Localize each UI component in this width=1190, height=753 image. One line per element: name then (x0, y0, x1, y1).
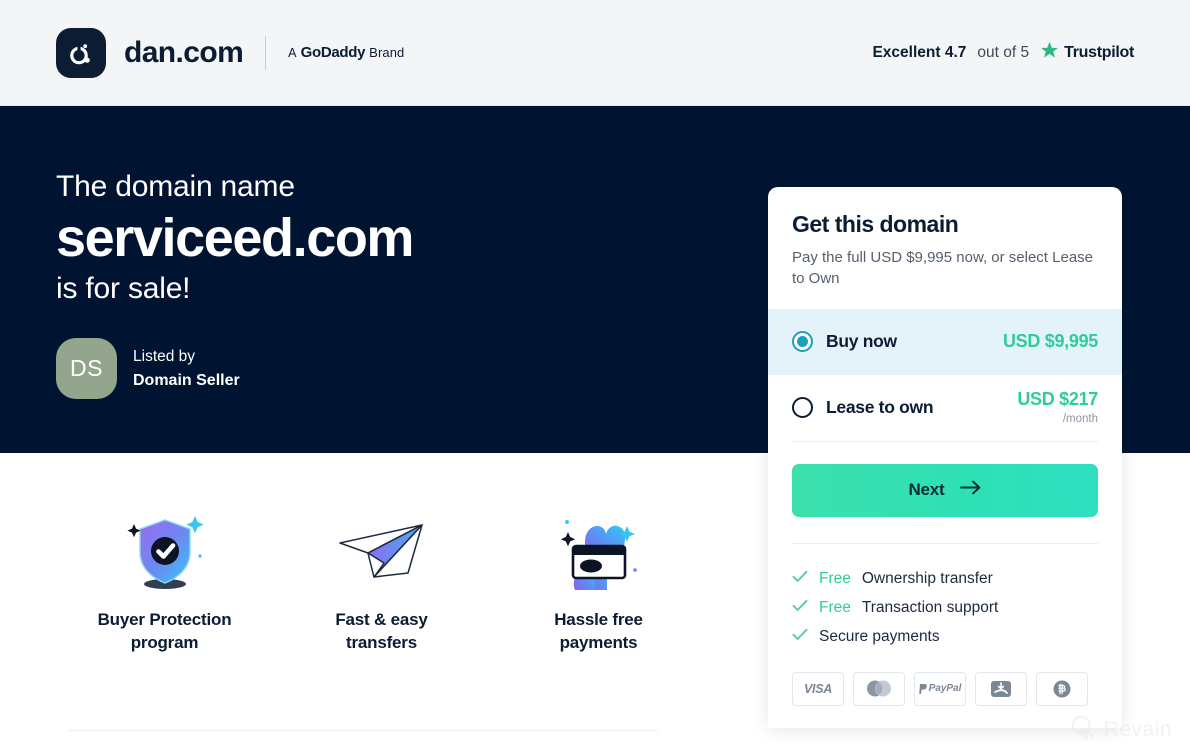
trustpilot-rating[interactable]: Excellent 4.7 out of 5 Trustpilot (872, 41, 1134, 65)
benefit-text: Transaction support (861, 599, 999, 617)
godaddy-name: GoDaddy (300, 44, 366, 61)
option-price: USD $9,995 (1002, 330, 1098, 351)
seller-name: Domain Seller (133, 371, 240, 389)
visa-icon: VISA (792, 671, 844, 706)
feature-buyer-protection: Buyer Protection program (56, 505, 273, 654)
brand-divider (265, 35, 267, 70)
benefit-text: Secure payments (819, 628, 940, 646)
benefit-item: Free Transaction support (792, 593, 1098, 622)
trustpilot-name: Trustpilot (1064, 43, 1134, 61)
brand-lockup[interactable]: dan.com A GoDaddy Brand (56, 27, 404, 78)
arrow-right-icon (959, 480, 982, 500)
alipay-icon (975, 671, 1027, 706)
option-lease-to-own[interactable]: Lease to own USD $217 /month (768, 375, 1122, 441)
card-title: Get this domain (792, 211, 959, 237)
trust-outof: out of 5 (977, 43, 1030, 61)
next-button-label: Next (908, 480, 945, 500)
mastercard-icon (853, 671, 905, 706)
get-this-domain-card: Get this domain Pay the full USD $9,995 … (768, 187, 1122, 728)
benefit-free-tag: Free (819, 599, 851, 617)
dan-logo-icon (56, 27, 106, 78)
brand-name: dan.com (124, 35, 244, 69)
godaddy-brand-note: A GoDaddy Brand (288, 44, 404, 61)
revain-logo-icon (1070, 714, 1096, 745)
bitcoin-icon (1036, 671, 1088, 706)
godaddy-a: A (288, 46, 297, 60)
section-divider (68, 730, 658, 731)
option-label: Buy now (826, 331, 897, 352)
paypal-label: PayPal (928, 683, 962, 695)
godaddy-brand-word: Brand (369, 45, 405, 60)
check-icon (792, 593, 808, 622)
next-button[interactable]: Next (792, 463, 1098, 517)
check-icon (792, 564, 808, 593)
feature-label: Fast & easy transfers (335, 610, 428, 652)
card-subtitle: Pay the full USD $9,995 now, or select L… (792, 249, 1094, 288)
check-icon (792, 622, 808, 651)
benefit-free-tag: Free (819, 569, 851, 587)
paper-plane-icon (334, 505, 430, 597)
visa-label: VISA (804, 681, 832, 696)
trust-score: Excellent 4.7 (872, 43, 967, 61)
shield-check-icon (120, 505, 210, 597)
feature-fast-transfers: Fast & easy transfers (273, 505, 490, 654)
benefit-text: Ownership transfer (861, 569, 993, 587)
paypal-icon: PayPal (914, 671, 966, 706)
benefits-list: Free Ownership transfer Free Transaction… (768, 544, 1122, 658)
radio-lease-to-own[interactable] (792, 397, 813, 419)
hand-credit-card-icon (551, 505, 647, 597)
trustpilot-star-icon (1040, 41, 1059, 65)
benefit-item: Free Ownership transfer (792, 564, 1098, 593)
option-label: Lease to own (826, 397, 934, 418)
benefit-item: Secure payments (792, 622, 1098, 651)
avatar: DS (56, 338, 117, 400)
revain-watermark-text: Revain (1103, 717, 1172, 741)
option-buy-now[interactable]: Buy now USD $9,995 (768, 308, 1122, 375)
feature-label: Buyer Protection program (97, 610, 232, 652)
option-price: USD $217 (1017, 389, 1098, 410)
radio-buy-now[interactable] (792, 331, 813, 353)
site-header: dan.com A GoDaddy Brand Excellent 4.7 ou… (0, 0, 1190, 106)
feature-hassle-free-payments: Hassle free payments (490, 505, 707, 654)
listed-by-label: Listed by (133, 348, 196, 366)
revain-watermark: Revain (1070, 714, 1172, 745)
feature-label: Hassle free payments (554, 610, 643, 652)
option-price-period: /month (1062, 412, 1098, 425)
